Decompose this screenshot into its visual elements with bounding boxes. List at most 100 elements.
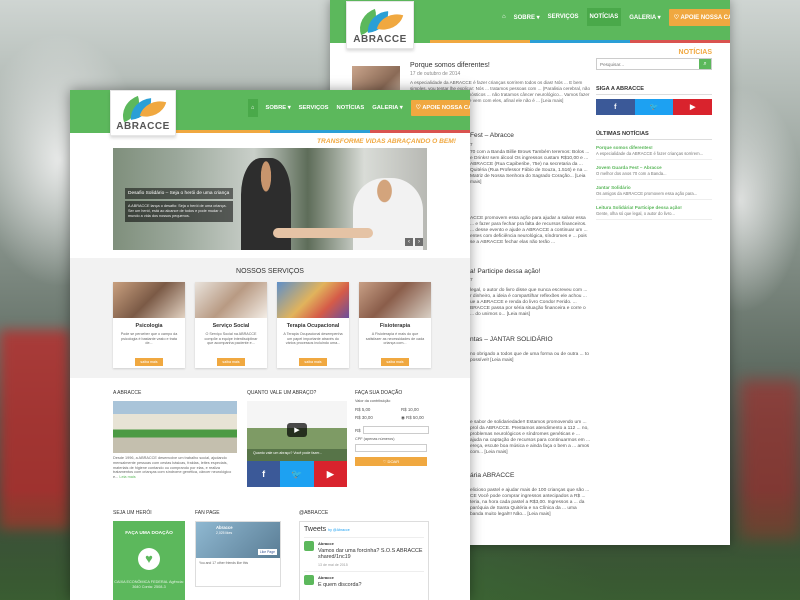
latest-news-title[interactable]: Porque somos diferentes! bbox=[596, 145, 712, 150]
latest-news-title[interactable]: Jovem Guarda Fest – Abracce bbox=[596, 165, 712, 170]
service-card: Psicologia Pode se perceber que o campo … bbox=[113, 282, 185, 368]
news-title[interactable]: ntas – JANTAR SOLIDÁRIO bbox=[470, 336, 553, 343]
about-title: A ABRACCE bbox=[113, 390, 142, 396]
option-10[interactable]: R$ 10,00 bbox=[401, 407, 447, 412]
tweet-author[interactable]: Abracce bbox=[318, 575, 424, 580]
news-excerpt: 70 com a Banda Billie Brows Também terem… bbox=[470, 150, 590, 185]
latest-news-title[interactable]: Leitura Solidária! Participe dessa ação! bbox=[596, 205, 712, 210]
service-image[interactable] bbox=[277, 282, 349, 318]
latest-news-title[interactable]: Jantar Solidário bbox=[596, 185, 712, 190]
chevron-left-icon[interactable]: ‹ bbox=[405, 238, 413, 246]
heart-icon: ♥ bbox=[138, 548, 160, 570]
chevron-right-icon[interactable]: › bbox=[415, 238, 423, 246]
avatar[interactable] bbox=[304, 541, 314, 551]
fb-like-button[interactable]: Like Page bbox=[257, 549, 277, 555]
donate-button[interactable]: ♡ DOAR bbox=[355, 457, 427, 466]
support-cause-button[interactable]: ♡ APOIE NOSSA CAUSA! bbox=[410, 100, 470, 116]
tweet: Abracce Vamos dar uma forcinha? S.O.S AB… bbox=[304, 537, 424, 567]
tweet-author[interactable]: Abracce bbox=[318, 541, 424, 546]
latest-news-excerpt: O melhor dos anos 70 com a Banda... bbox=[596, 171, 667, 176]
twitter-column: @ABRACCE Tweets by @Abracce Abracce Vamo… bbox=[299, 510, 429, 600]
service-title[interactable]: Psicologia bbox=[113, 323, 185, 329]
saiba-mais-button[interactable]: saiba mais bbox=[217, 358, 245, 366]
search-icon[interactable]: ⌕ bbox=[699, 59, 711, 69]
fb-friends: You and 17 other friends like this bbox=[199, 561, 249, 565]
service-image[interactable] bbox=[195, 282, 267, 318]
sidebar: ⌕ SIGA A ABRACCE f 🐦 ▶ ÚLTIMAS NOTÍCIAS … bbox=[596, 58, 713, 220]
latest-news-item[interactable]: Jovem Guarda Fest – Abracce O melhor dos … bbox=[596, 165, 712, 180]
latest-news-excerpt: Os amigos da ABRACCE promovem essa ação … bbox=[596, 191, 698, 196]
tweet-date: 13 de mai de 2015 bbox=[318, 562, 348, 567]
facebook-widget[interactable]: Abracce 2,025 likes Like Page You and 17… bbox=[195, 521, 281, 587]
video-player[interactable]: ▶ Quanto vale um abraço? Você pode fazer… bbox=[247, 401, 347, 461]
home-icon[interactable]: ⌂ bbox=[248, 99, 258, 117]
service-image[interactable] bbox=[359, 282, 431, 318]
service-description: A Terapia Ocupacional desempenha um pape… bbox=[283, 332, 343, 346]
home-page-mockup: ABRACCE ⌂ SOBRE ▾ SERVIÇOS NOTÍCIAS GALE… bbox=[70, 90, 470, 600]
service-title[interactable]: Fisioterapia bbox=[359, 323, 431, 329]
news-title[interactable]: Fest – Abracce bbox=[470, 132, 514, 139]
logo-text: ABRACCE bbox=[353, 34, 407, 45]
service-image[interactable] bbox=[113, 282, 185, 318]
logo-wings-icon bbox=[354, 8, 404, 36]
saiba-mais-button[interactable]: saiba mais bbox=[381, 358, 409, 366]
site-logo[interactable]: ABRACCE bbox=[346, 1, 414, 49]
social-links: f 🐦 ▶ bbox=[247, 461, 347, 487]
video-title: QUANTO VALE UM ABRAÇO? bbox=[247, 390, 317, 396]
social-links: f 🐦 ▶ bbox=[596, 99, 713, 115]
nav-sobre[interactable]: SOBRE ▾ bbox=[514, 14, 540, 21]
read-more-link[interactable]: Leia mais bbox=[119, 475, 135, 479]
service-description: A Fisioterapia é mais do que satisfazer … bbox=[365, 332, 425, 346]
service-card: Terapia Ocupacional A Terapia Ocupaciona… bbox=[277, 282, 349, 368]
fb-page-name[interactable]: Abracce bbox=[216, 525, 233, 530]
youtube-icon[interactable]: ▶ bbox=[313, 461, 347, 487]
services-cards: Psicologia Pode se perceber que o campo … bbox=[113, 282, 431, 368]
twitter-widget[interactable]: Tweets by @Abracce Abracce Vamos dar uma… bbox=[299, 521, 429, 600]
service-title[interactable]: Terapia Ocupacional bbox=[277, 323, 349, 329]
news-title[interactable]: ária ABRACCE bbox=[470, 472, 514, 479]
option-5[interactable]: R$ 5,00 bbox=[355, 407, 401, 412]
avatar[interactable] bbox=[304, 574, 314, 585]
cpf-label: CPF (apenas números) bbox=[355, 437, 395, 441]
saiba-mais-button[interactable]: saiba mais bbox=[135, 358, 163, 366]
nav-servicos[interactable]: SERVIÇOS bbox=[548, 14, 579, 20]
cpf-input[interactable] bbox=[355, 444, 427, 452]
hero-slider[interactable]: Desafio Solidário – Seja o herói de uma … bbox=[113, 148, 427, 250]
option-50[interactable]: ◉ R$ 50,00 bbox=[401, 415, 447, 421]
twitter-icon[interactable]: 🐦 bbox=[280, 461, 314, 487]
nav-servicos[interactable]: SERVIÇOS bbox=[299, 105, 329, 111]
nav-noticias[interactable]: NOTÍCIAS bbox=[586, 8, 622, 26]
logo-wings-icon bbox=[117, 95, 167, 123]
search-input[interactable] bbox=[597, 59, 699, 69]
facebook-icon[interactable]: f bbox=[247, 461, 281, 487]
nav-noticias[interactable]: NOTÍCIAS bbox=[337, 105, 365, 111]
news-title[interactable]: a! Participe dessa ação! bbox=[470, 268, 540, 275]
news-excerpt: no obrigado a todos que de uma forma ou … bbox=[470, 352, 589, 363]
youtube-icon[interactable]: ▶ bbox=[673, 99, 713, 115]
latest-news-item[interactable]: Porque somos diferentes! A especialidade … bbox=[596, 145, 712, 160]
nav-sobre[interactable]: SOBRE ▾ bbox=[266, 105, 291, 111]
hero-caption: Desafio Solidário – Seja o herói de uma … bbox=[125, 188, 233, 222]
nav-galeria[interactable]: GALERIA ▾ bbox=[629, 14, 660, 21]
hero-title[interactable]: Desafio Solidário – Seja o herói de uma … bbox=[125, 188, 233, 199]
play-icon[interactable]: ▶ bbox=[287, 423, 307, 437]
nav-galeria[interactable]: GALERIA ▾ bbox=[372, 105, 402, 111]
tagline: TRANSFORME VIDAS ABRAÇANDO O BEM! bbox=[317, 138, 456, 145]
twitter-icon[interactable]: 🐦 bbox=[634, 99, 674, 115]
home-icon[interactable]: ⌂ bbox=[502, 14, 506, 20]
video-column: QUANTO VALE UM ABRAÇO? ▶ Quanto vale um … bbox=[247, 390, 347, 487]
logo-text: ABRACCE bbox=[116, 121, 170, 132]
support-cause-button[interactable]: ♡ APOIE NOSSA CAUSA! bbox=[668, 8, 730, 26]
donate-box[interactable]: FAÇA UMA DOAÇÃO ♥ CAIXA ECONÔMICA FEDERA… bbox=[113, 521, 185, 600]
amount-input[interactable] bbox=[362, 426, 429, 434]
info-columns: A ABRACCE Desde 1996, a ABRACCE desenvol… bbox=[113, 390, 429, 490]
news-excerpt: elicioso pastel e ajudar mais de 100 cri… bbox=[470, 488, 590, 517]
latest-news-item[interactable]: Jantar Solidário Os amigos da ABRACCE pro… bbox=[596, 185, 712, 200]
latest-news-item[interactable]: Leitura Solidária! Participe dessa ação!… bbox=[596, 205, 712, 220]
latest-news-excerpt: A especialidade da ABRACCE é fazer crian… bbox=[596, 151, 704, 156]
service-title[interactable]: Serviço Social bbox=[195, 323, 267, 329]
option-30[interactable]: R$ 30,00 bbox=[355, 415, 401, 421]
site-logo[interactable]: ABRACCE bbox=[110, 90, 176, 136]
facebook-icon[interactable]: f bbox=[596, 99, 635, 115]
saiba-mais-button[interactable]: saiba mais bbox=[299, 358, 327, 366]
